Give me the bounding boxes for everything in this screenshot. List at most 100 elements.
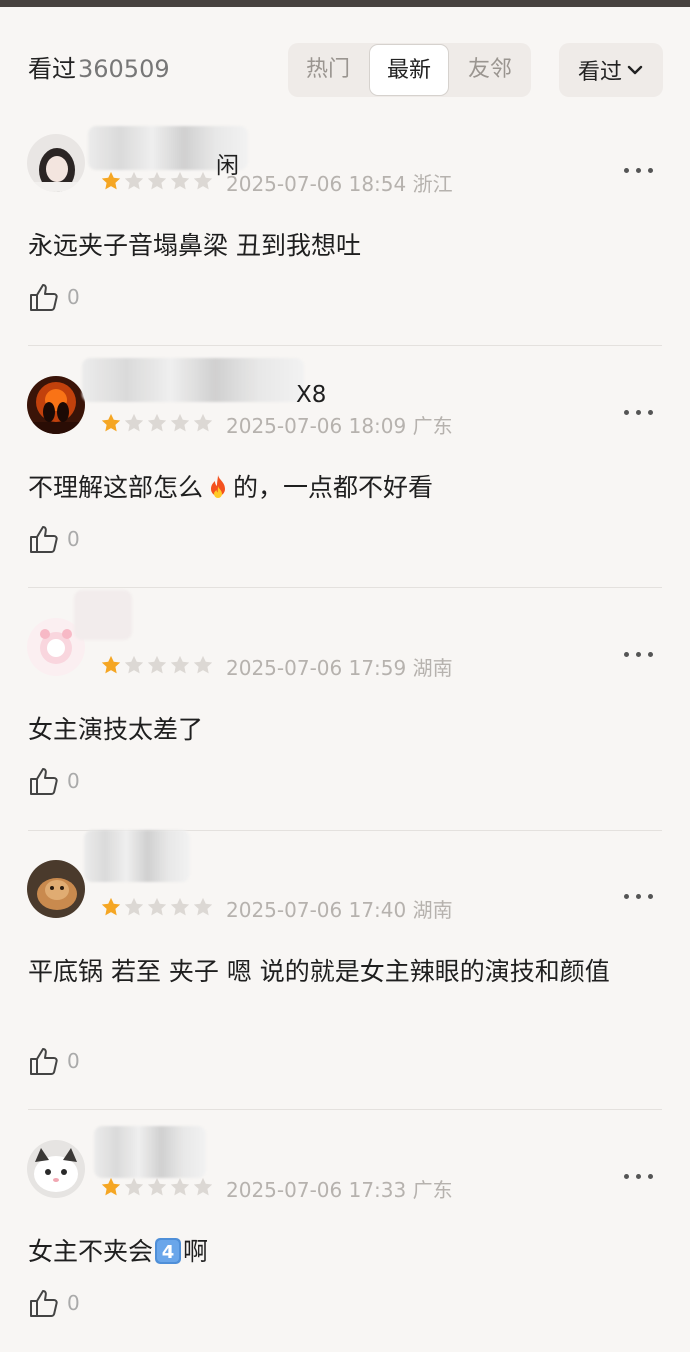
review-meta: 2025-07-06 17:33 广东	[226, 1174, 453, 1203]
watched-count: 看过360509	[28, 49, 170, 84]
sort-tabs: 热门 最新 友邻	[288, 43, 531, 97]
svg-text:4: 4	[162, 1242, 175, 1263]
review-item: 闲 2025-07-06 18:54 浙江 永远夹子音塌鼻梁 丑到我想吐 0	[0, 120, 690, 346]
thumbs-up-icon	[30, 1290, 58, 1317]
avatar[interactable]	[27, 1140, 85, 1198]
star-icon	[101, 413, 121, 432]
star-icon	[124, 655, 144, 674]
review-item: 2025-07-06 17:59 湖南 女主演技太差了 0	[0, 590, 690, 831]
tab-hot[interactable]: 热门	[288, 43, 368, 97]
review-text: 女主不夹会 4 啊	[28, 1232, 658, 1272]
thumbs-up-icon	[30, 284, 58, 311]
like-button[interactable]: 0	[28, 522, 80, 556]
review-item: X8 2025-07-06 18:09 广东 不理解这部怎么 的，一点都不好看 0	[0, 358, 690, 588]
like-count: 0	[67, 285, 80, 309]
star-icon	[101, 897, 121, 916]
star-rating	[100, 654, 214, 676]
star-icon	[147, 171, 167, 190]
tab-latest[interactable]: 最新	[369, 44, 449, 96]
star-icon	[101, 1177, 121, 1196]
reviews-header: 看过360509 热门 最新 友邻 看过	[0, 7, 690, 117]
review-location: 广东	[412, 1178, 453, 1202]
star-rating	[100, 412, 214, 434]
star-icon	[193, 1177, 213, 1196]
review-item: 2025-07-06 17:40 湖南 平底锅 若至 夹子 嗯 说的就是女主辣眼…	[0, 830, 690, 1110]
review-location: 广东	[412, 414, 453, 438]
review-meta: 2025-07-06 17:59 湖南	[226, 652, 453, 681]
divider	[28, 587, 662, 588]
like-button[interactable]: 0	[28, 280, 80, 314]
review-date: 2025-07-06 18:09	[226, 414, 407, 438]
avatar[interactable]	[27, 376, 85, 434]
review-text: 女主演技太差了	[28, 715, 204, 744]
avatar[interactable]	[27, 134, 85, 192]
username-obscured	[82, 358, 304, 402]
review-text-part: 不理解这部怎么	[28, 473, 204, 502]
star-icon	[170, 655, 190, 674]
review-item: 2025-07-06 17:33 广东 女主不夹会 4 啊 0	[0, 1126, 690, 1352]
star-rating	[100, 896, 214, 918]
review-text: 不理解这部怎么 的，一点都不好看	[28, 468, 658, 508]
more-options-icon[interactable]	[622, 646, 656, 664]
watched-count-value: 360509	[78, 55, 170, 83]
username-obscured	[74, 590, 132, 640]
like-button[interactable]: 0	[28, 1044, 80, 1078]
username-obscured	[94, 1126, 206, 1178]
star-icon	[124, 897, 144, 916]
star-icon	[193, 171, 213, 190]
review-date: 2025-07-06 17:59	[226, 656, 407, 680]
review-location: 浙江	[412, 172, 453, 196]
star-icon	[101, 655, 121, 674]
thumbs-up-icon	[30, 1048, 58, 1075]
star-icon	[124, 413, 144, 432]
star-icon	[170, 171, 190, 190]
star-icon	[101, 171, 121, 190]
review-meta: 2025-07-06 18:09 广东	[226, 410, 453, 439]
review-meta: 2025-07-06 18:54 浙江	[226, 168, 453, 197]
star-icon	[124, 1177, 144, 1196]
more-options-icon[interactable]	[622, 162, 656, 180]
review-location: 湖南	[412, 898, 453, 922]
watched-filter-label: 看过	[577, 60, 622, 85]
review-date: 2025-07-06 18:54	[226, 172, 407, 196]
more-options-icon[interactable]	[622, 404, 656, 422]
fire-emoji-icon	[211, 475, 226, 498]
like-count: 0	[67, 769, 80, 793]
more-options-icon[interactable]	[622, 1168, 656, 1186]
watched-filter-dropdown[interactable]: 看过	[559, 43, 663, 97]
review-text-part: 的，一点都不好看	[233, 473, 434, 502]
review-text-part: 女主不夹会	[28, 1237, 154, 1266]
star-icon	[147, 413, 167, 432]
like-button[interactable]: 0	[28, 1286, 80, 1320]
review-text-part: 啊	[183, 1237, 209, 1266]
review-text: 永远夹子音塌鼻梁 丑到我想吐	[28, 231, 361, 260]
more-options-icon[interactable]	[622, 888, 656, 906]
like-count: 0	[67, 1291, 80, 1315]
star-icon	[124, 171, 144, 190]
chevron-down-icon	[627, 65, 643, 75]
username-visible: X8	[296, 382, 327, 408]
star-icon	[147, 1177, 167, 1196]
thumbs-up-icon	[30, 768, 58, 795]
star-icon	[170, 413, 190, 432]
star-icon	[193, 897, 213, 916]
like-button[interactable]: 0	[28, 764, 80, 798]
star-icon	[170, 1177, 190, 1196]
keycap-4-emoji-icon: 4	[155, 1238, 182, 1264]
avatar[interactable]	[27, 860, 85, 918]
like-count: 0	[67, 1049, 80, 1073]
review-meta: 2025-07-06 17:40 湖南	[226, 894, 453, 923]
status-bar-strip	[0, 0, 690, 7]
divider	[28, 345, 662, 346]
tab-friends[interactable]: 友邻	[450, 43, 530, 97]
review-date: 2025-07-06 17:33	[226, 1178, 407, 1202]
star-icon	[170, 897, 190, 916]
star-rating	[100, 1176, 214, 1198]
watched-count-label: 看过	[28, 55, 76, 83]
star-icon	[147, 897, 167, 916]
username-obscured	[84, 830, 190, 882]
star-rating	[100, 170, 214, 192]
thumbs-up-icon	[30, 526, 58, 553]
review-text: 平底锅 若至 夹子 嗯 说的就是女主辣眼的演技和颜值	[28, 957, 610, 986]
star-icon	[147, 655, 167, 674]
